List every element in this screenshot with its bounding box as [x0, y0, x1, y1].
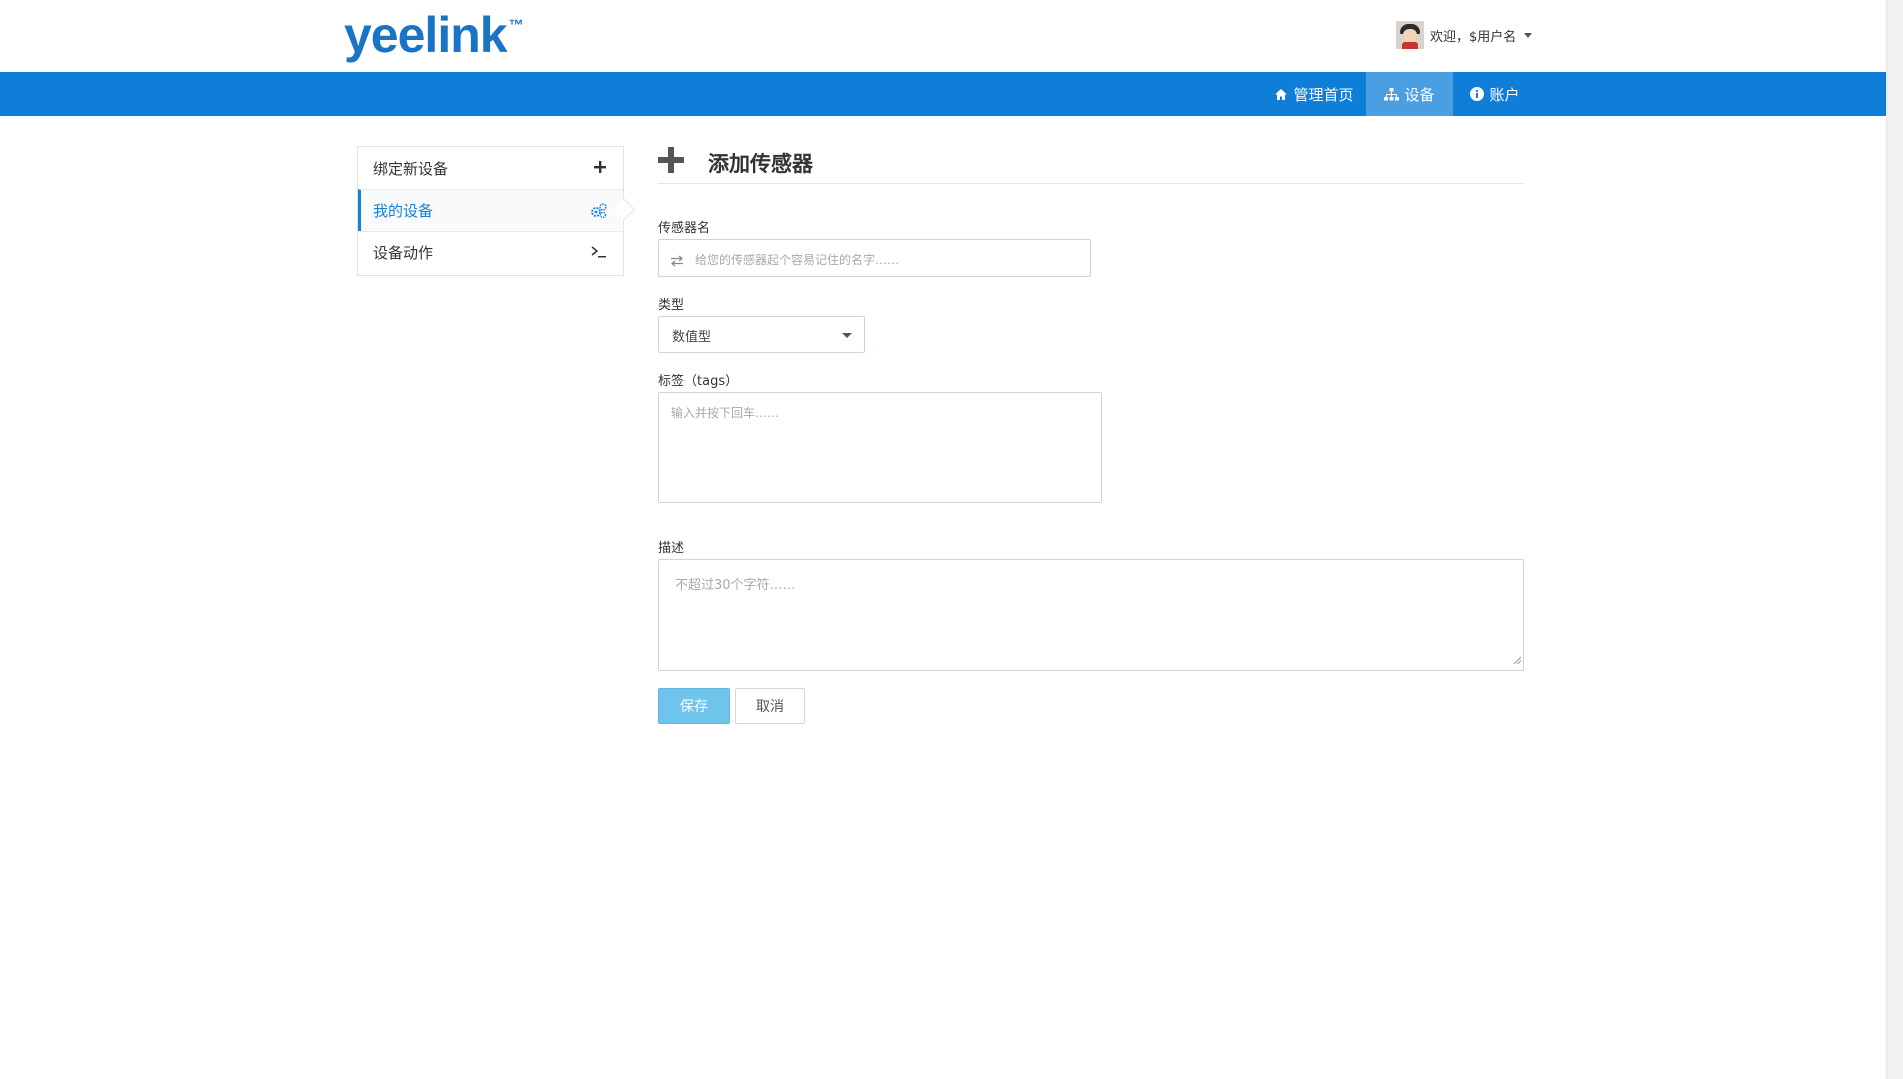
- chevron-down-icon: [842, 333, 852, 338]
- sidebar-item-device-actions[interactable]: 设备动作: [358, 231, 623, 273]
- nav-item-label: 管理首页: [1293, 85, 1354, 104]
- description-label: 描述: [658, 541, 685, 556]
- tags-label: 标签（tags）: [658, 374, 739, 389]
- user-menu[interactable]: 欢迎，$用户名: [1396, 21, 1533, 49]
- plus-icon: [593, 160, 607, 174]
- tags-input[interactable]: 输入并按下回车……: [658, 392, 1102, 503]
- sensor-name-input[interactable]: 给您的传感器起个容易记住的名字……: [658, 239, 1091, 277]
- nav-item-label: 设备: [1404, 85, 1435, 104]
- page-title: 添加传感器: [708, 152, 813, 176]
- cancel-button[interactable]: 取消: [735, 688, 805, 724]
- nav-item-devices[interactable]: 设备: [1366, 72, 1453, 116]
- avatar: [1396, 21, 1424, 49]
- plus-icon: [658, 147, 684, 177]
- top-header: yeelink ™ 欢迎，$用户名: [0, 0, 1886, 72]
- sidebar-item-my-devices[interactable]: 我的设备: [358, 189, 636, 231]
- sensor-name-label: 传感器名: [658, 221, 711, 236]
- sitemap-icon: [1384, 87, 1400, 101]
- home-icon: [1274, 88, 1288, 101]
- sidebar: 绑定新设备 我的设备 设备动作: [357, 146, 636, 276]
- description-textarea[interactable]: 不超过30个字符……: [658, 559, 1524, 671]
- sidebar-item-label: 绑定新设备: [373, 159, 449, 178]
- active-pointer: [613, 198, 636, 221]
- type-label: 类型: [658, 298, 685, 313]
- sensor-name-placeholder: 给您的传感器起个容易记住的名字……: [695, 253, 900, 267]
- tags-placeholder: 输入并按下回车……: [671, 406, 780, 420]
- chevron-down-icon: [1524, 32, 1533, 38]
- nav-item-label: 账户: [1489, 85, 1520, 104]
- page-heading: 添加传感器: [658, 146, 1524, 184]
- exchange-icon: [670, 252, 684, 271]
- save-button[interactable]: 保存: [658, 688, 730, 724]
- page-scrollbar[interactable]: [1886, 0, 1903, 1079]
- sidebar-item-label: 我的设备: [373, 202, 434, 220]
- sidebar-item-label: 设备动作: [373, 244, 434, 262]
- user-greeting: 欢迎，$用户名: [1430, 29, 1517, 45]
- description-placeholder: 不超过30个字符……: [675, 578, 796, 593]
- info-icon: [1470, 87, 1485, 101]
- nav-item-home[interactable]: 管理首页: [1262, 72, 1366, 116]
- sidebar-item-bind-device[interactable]: 绑定新设备: [358, 147, 623, 189]
- nav-item-account[interactable]: 账户: [1453, 72, 1537, 116]
- main-navbar: 管理首页 设备 账户: [0, 72, 1886, 116]
- cogs-icon: [590, 203, 607, 219]
- type-select-value: 数值型: [672, 330, 712, 345]
- type-select[interactable]: 数值型: [658, 316, 865, 353]
- resize-grip-icon[interactable]: [1513, 649, 1522, 668]
- brand-logo[interactable]: yeelink ™: [344, 6, 524, 64]
- terminal-icon: [591, 245, 607, 259]
